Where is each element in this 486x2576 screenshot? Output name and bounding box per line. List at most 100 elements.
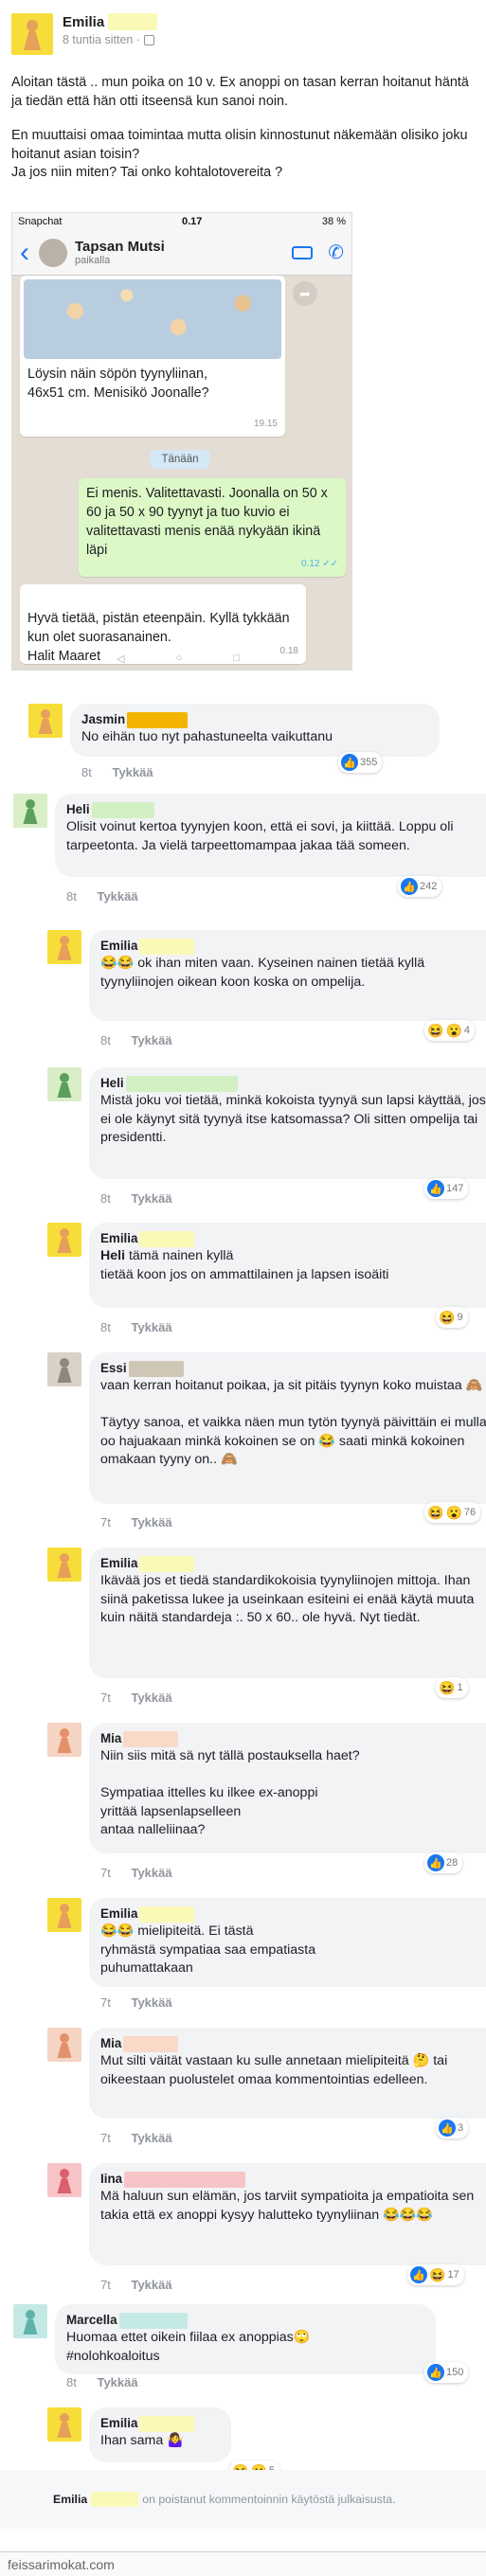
comment-time[interactable]: 8t: [100, 1191, 111, 1206]
commenter-name[interactable]: Heli: [100, 1075, 124, 1092]
comment-time[interactable]: 8t: [100, 1033, 111, 1047]
nav-recent-icon[interactable]: □: [233, 653, 240, 664]
forward-icon[interactable]: ➦: [293, 281, 317, 306]
comment-time[interactable]: 7t: [100, 1995, 111, 2010]
commenter-name[interactable]: Emilia: [100, 938, 137, 955]
reaction-summary[interactable]: 👍 28: [424, 1852, 463, 1873]
comment-text: Mä haluun sun elämän, jos tarviit sympat…: [100, 2189, 475, 2223]
commenter-avatar[interactable]: [47, 1898, 81, 1932]
contact-status: paikalla: [75, 255, 111, 266]
like-button[interactable]: Tykkää: [131, 1320, 171, 1334]
comment-text: Huomaa ettet oikein fiilaa ex anoppias🙄 …: [66, 2330, 311, 2364]
post-author-name[interactable]: Emilia: [63, 14, 104, 30]
like-button[interactable]: Tykkää: [131, 2278, 171, 2292]
contact-name[interactable]: Tapsan Mutsi: [75, 239, 292, 255]
author-avatar[interactable]: [11, 13, 53, 55]
comment-text: Olisit voinut kertoa tyynyjen koon, että…: [66, 819, 454, 853]
comment-time[interactable]: 8t: [66, 2375, 77, 2389]
outgoing-message[interactable]: Ei menis. Valitettavasti. Joonalla on 50…: [79, 478, 346, 577]
reaction-summary[interactable]: 👍 3: [436, 2118, 469, 2138]
reaction-summary[interactable]: 😆 😮 4: [424, 1020, 475, 1041]
commenter-avatar[interactable]: [47, 1723, 81, 1757]
comment-time[interactable]: 8t: [81, 765, 92, 779]
reaction-summary[interactable]: 😆 1: [436, 1677, 468, 1698]
commenter-name[interactable]: Jasmin: [81, 711, 125, 728]
phone-call-icon[interactable]: ✆: [328, 241, 344, 264]
comment-time[interactable]: 8t: [100, 1320, 111, 1334]
commenter-name[interactable]: Marcella: [66, 2312, 117, 2329]
mention-link[interactable]: Heli: [100, 1248, 125, 1263]
commenter-name[interactable]: Emilia: [100, 1230, 137, 1247]
like-button[interactable]: Tykkää: [131, 2131, 171, 2145]
reaction-summary[interactable]: 👍 😆 17: [407, 2264, 464, 2285]
post-timestamp[interactable]: 8 tuntia sitten ·: [63, 33, 140, 46]
reaction-summary[interactable]: 👍 242: [398, 876, 442, 897]
commenter-avatar[interactable]: [47, 2407, 81, 2442]
reaction-summary[interactable]: 😆 9: [436, 1307, 468, 1328]
commenter-avatar[interactable]: [47, 2163, 81, 2197]
notice-author[interactable]: Emilia: [53, 2493, 87, 2506]
commenter-name[interactable]: Mia: [100, 1730, 121, 1747]
commenter-avatar[interactable]: [47, 1067, 81, 1101]
nav-back-icon[interactable]: ◁: [117, 653, 124, 665]
like-button[interactable]: Tykkää: [131, 1191, 171, 1206]
video-call-icon[interactable]: [292, 245, 314, 259]
reaction-summary[interactable]: 😆 😮 76: [424, 1502, 481, 1523]
redacted-name: [127, 711, 189, 728]
person-icon: [60, 1728, 69, 1738]
like-button[interactable]: Tykkää: [131, 1866, 171, 1880]
reaction-summary[interactable]: 👍 355: [338, 752, 383, 773]
comment-bubble: Iina Mä haluun sun elämän, jos tarviit s…: [89, 2163, 486, 2265]
like-button[interactable]: Tykkää: [131, 1515, 171, 1530]
nav-home-icon[interactable]: ○: [176, 653, 183, 664]
comment-bubble: Mia Mut silti väität vastaan ku sulle an…: [89, 2028, 486, 2119]
commenter-name[interactable]: Mia: [100, 2035, 121, 2052]
like-button[interactable]: Tykkää: [131, 1690, 171, 1705]
person-icon: [60, 1358, 69, 1368]
comment-time[interactable]: 8t: [66, 889, 77, 903]
like-button[interactable]: Tykkää: [131, 1033, 171, 1047]
pillowcase-image[interactable]: [24, 279, 281, 359]
commenter-avatar[interactable]: [47, 1547, 81, 1582]
commenter-avatar[interactable]: [13, 794, 47, 828]
redacted-name: [124, 2171, 246, 2188]
comment-meta: 7t Tykkää: [100, 2278, 172, 2292]
comment-bubble: Emilia 😂😂 mielipiteitä. Ei tästä ryhmäst…: [89, 1898, 486, 1987]
reaction-count: 242: [420, 881, 438, 892]
commenter-name[interactable]: Essi: [100, 1360, 127, 1377]
reaction-count: 28: [446, 1857, 459, 1869]
comment-meta: 8t Tykkää: [100, 1033, 172, 1047]
like-button[interactable]: Tykkää: [97, 889, 137, 903]
commenter-name[interactable]: Emilia: [100, 1555, 137, 1572]
commenter-avatar[interactable]: [47, 930, 81, 964]
commenter-avatar[interactable]: [28, 704, 63, 738]
like-reaction-icon: 👍: [410, 2266, 427, 2283]
commenter-name[interactable]: Emilia: [100, 2415, 137, 2432]
comment-time[interactable]: 7t: [100, 1866, 111, 1880]
haha-reaction-icon: 😆: [439, 1310, 456, 1325]
post-body: Aloitan tästä .. mun poika on 10 v. Ex a…: [11, 74, 480, 199]
battery-label: 38 %: [321, 216, 346, 227]
commenter-name[interactable]: Heli: [66, 801, 90, 818]
commenter-avatar[interactable]: [47, 1352, 81, 1386]
commenter-name[interactable]: Emilia: [100, 1905, 137, 1923]
person-icon: [60, 2169, 69, 2178]
comment-time[interactable]: 7t: [100, 2131, 111, 2145]
like-button[interactable]: Tykkää: [112, 765, 153, 779]
back-arrow-icon[interactable]: ‹: [20, 238, 29, 267]
commenter-name[interactable]: Iina: [100, 2171, 122, 2188]
like-button[interactable]: Tykkää: [97, 2375, 137, 2389]
comment-time[interactable]: 7t: [100, 1515, 111, 1530]
reaction-summary[interactable]: 👍 150: [424, 2362, 469, 2383]
reaction-summary[interactable]: 👍 147: [424, 1178, 469, 1199]
contact-avatar[interactable]: [39, 238, 67, 267]
image-message[interactable]: Löysin näin söpön tyynyliinan, 46x51 cm.…: [20, 276, 285, 437]
commenter-avatar[interactable]: [13, 2304, 47, 2338]
like-button[interactable]: Tykkää: [131, 1995, 171, 2010]
comment-time[interactable]: 7t: [100, 1690, 111, 1705]
commenter-avatar[interactable]: [47, 1223, 81, 1257]
comment-time[interactable]: 7t: [100, 2278, 111, 2292]
haha-reaction-icon: 😆: [439, 1680, 456, 1695]
commenter-avatar[interactable]: [47, 2028, 81, 2062]
date-divider: Tänään: [150, 450, 210, 469]
